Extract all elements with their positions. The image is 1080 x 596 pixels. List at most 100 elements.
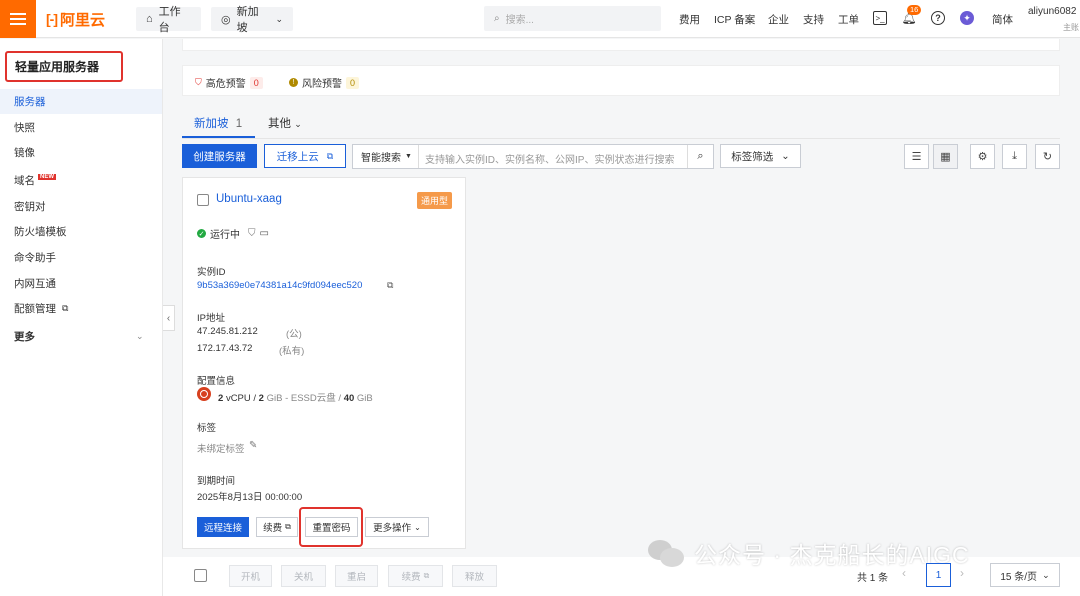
instance-id-link[interactable]: 9b53a369e0e74381a14c9fd094eec520	[197, 280, 362, 291]
sidebar-item-servers[interactable]: 服务器	[0, 89, 162, 114]
shield-icon: ⛉	[248, 228, 256, 239]
create-server-button[interactable]: 创建服务器	[182, 144, 257, 168]
remote-connect-button[interactable]: 远程连接	[197, 517, 249, 537]
select-all-checkbox[interactable]	[194, 569, 207, 582]
settings-button[interactable]: ⚙	[970, 144, 995, 169]
tag-filter-label: 标签筛选	[731, 150, 774, 163]
notification-count: 16	[907, 5, 922, 15]
top-search-input[interactable]: ⌕ 搜索...	[484, 6, 661, 31]
sidebar-item-images[interactable]: 镜像	[0, 140, 162, 165]
link-ticket[interactable]: 工单	[838, 12, 859, 27]
cpu-count: 2	[218, 393, 224, 404]
renew-button[interactable]: 续费 ⧉	[256, 517, 298, 537]
high-risk-alert[interactable]: ⛉ 高危预警 0	[195, 75, 263, 90]
terminal-icon[interactable]: >_	[873, 11, 887, 25]
link-icp[interactable]: ICP 备案	[714, 12, 755, 27]
search-icon: ⌕	[697, 150, 704, 162]
page-number[interactable]: 1	[926, 563, 951, 587]
sidebar-item-intranet[interactable]: 内网互通	[0, 271, 162, 296]
menu-button[interactable]	[0, 0, 36, 38]
wechat-icon	[648, 538, 686, 568]
search-button[interactable]: ⌕	[687, 145, 713, 168]
aliyun-logo[interactable]: [-] 阿里云	[46, 9, 105, 29]
copy-icon[interactable]: ⧉	[387, 280, 393, 291]
migrate-label: 迁移上云	[276, 150, 319, 163]
gear-icon: ⚙	[977, 151, 988, 163]
logo-mark-icon: [-]	[46, 11, 58, 27]
sidebar-item-more[interactable]: 更多 ⌄	[0, 324, 162, 349]
link-enterprise[interactable]: 企业	[768, 12, 789, 27]
chevron-down-icon: ⌄	[294, 119, 302, 129]
start-button[interactable]: 开机	[229, 565, 272, 587]
expire-label: 到期时间	[197, 476, 236, 487]
risk-count: 0	[346, 76, 360, 89]
location-icon: ◎	[221, 13, 231, 26]
chevron-down-icon: ⌄	[781, 150, 790, 162]
watermark: 公众号 · 杰克船长的AIGC	[648, 536, 970, 570]
risk-alert[interactable]: ! 风险预警 0	[289, 75, 360, 90]
link-support[interactable]: 支持	[803, 12, 824, 27]
card-view-button[interactable]: ▦	[933, 144, 958, 169]
overview-card	[182, 39, 1060, 51]
search-type-label: 智能搜索	[361, 153, 401, 164]
search-input[interactable]: 支持输入实例ID、实例名称、公网IP、实例状态进行搜索	[425, 151, 674, 166]
warning-icon: !	[289, 78, 298, 87]
tag-label: 标签	[197, 423, 217, 434]
check-circle-icon: ✓	[197, 229, 206, 238]
bulk-renew-button[interactable]: 续费 ⧉	[388, 565, 443, 587]
workbench-button[interactable]: ⌂ 工作台	[136, 6, 201, 34]
sidebar-item-firewall-templates[interactable]: 防火墙模板	[0, 219, 162, 244]
chevron-down-icon: ⌄	[1042, 569, 1050, 580]
logo-text: 阿里云	[60, 11, 106, 29]
page-size-select[interactable]: 15 条/页 ⌄	[990, 563, 1060, 587]
release-button[interactable]: 释放	[452, 565, 497, 587]
monitor-icon: ▭	[259, 228, 269, 239]
region-selector[interactable]: ◎ 新加坡 ⌄	[211, 6, 293, 34]
external-link-icon: ⧉	[423, 571, 430, 580]
new-badge: NEW	[38, 173, 56, 180]
instance-checkbox[interactable]	[197, 194, 209, 206]
ai-assistant-icon[interactable]: ✦	[960, 11, 974, 25]
download-button[interactable]: ⤓	[1002, 144, 1027, 169]
sidebar-item-keypairs[interactable]: 密钥对	[0, 194, 162, 219]
user-account[interactable]: aliyun6082	[1028, 6, 1076, 17]
sidebar-item-label: 服务器	[14, 96, 46, 108]
more-actions-button[interactable]: 更多操作 ⌄	[365, 517, 429, 537]
region-label: 新加坡	[236, 6, 259, 34]
sidebar-item-command-assistant[interactable]: 命令助手	[0, 245, 162, 270]
restart-button[interactable]: 重启	[335, 565, 378, 587]
tab-region[interactable]: 新加坡 1	[194, 115, 242, 131]
edit-icon[interactable]: ✎	[249, 440, 257, 451]
migrate-button[interactable]: 迁移上云 ⧉	[264, 144, 346, 168]
public-ip-tag: (公)	[286, 329, 302, 340]
high-risk-label: 高危预警	[205, 79, 246, 90]
tab-other[interactable]: 其他 ⌄	[268, 115, 302, 131]
private-ip: 172.17.43.72	[197, 343, 253, 354]
search-type-select[interactable]: 智能搜索 ▼	[353, 145, 419, 168]
tab-region-count: 1	[235, 118, 243, 130]
instance-status: ✓ 运行中 ⛉ ▭	[197, 226, 269, 241]
stop-button[interactable]: 关机	[281, 565, 326, 587]
sidebar-item-label: 配额管理	[14, 303, 56, 315]
sidebar-item-snapshots[interactable]: 快照	[0, 115, 162, 140]
language-switch[interactable]: 简体	[992, 12, 1013, 27]
sidebar-item-quota[interactable]: 配额管理 ⧉	[0, 296, 162, 321]
tag-filter-button[interactable]: 标签筛选 ⌄	[720, 144, 801, 168]
list-view-button[interactable]: ☰	[904, 144, 929, 169]
chevron-down-icon: ⌄	[136, 331, 144, 341]
sidebar-item-label: 域名	[14, 175, 35, 187]
external-link-icon: ⧉	[326, 150, 334, 161]
help-icon[interactable]: ?	[931, 11, 945, 25]
prev-page-button[interactable]: ‹	[902, 566, 906, 580]
ip-label: IP地址	[197, 313, 225, 324]
tab-other-label: 其他	[268, 118, 291, 130]
disk-unit: GiB	[356, 393, 373, 404]
sidebar-collapse-button[interactable]: ‹	[163, 305, 175, 331]
refresh-button[interactable]: ↻	[1035, 144, 1060, 169]
sidebar-item-label: 命令助手	[14, 252, 56, 264]
chevron-left-icon: ‹	[166, 312, 171, 324]
instance-name-link[interactable]: Ubuntu-xaag	[216, 193, 282, 205]
sidebar-item-domains[interactable]: 域名 NEW	[0, 168, 162, 193]
next-page-button[interactable]: ›	[960, 566, 964, 580]
link-billing[interactable]: 费用	[679, 12, 700, 27]
